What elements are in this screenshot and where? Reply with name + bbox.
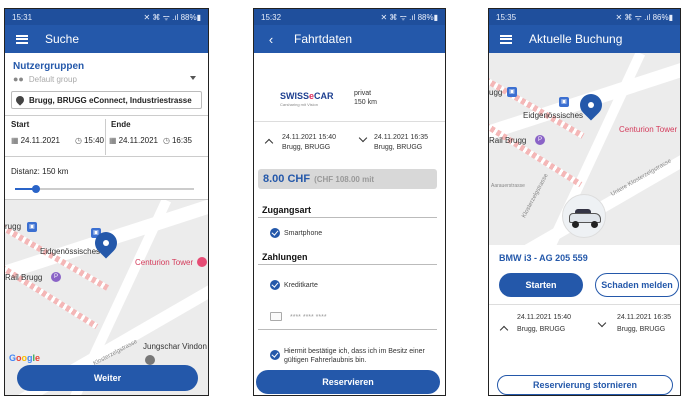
license-confirm-text: Hiermit bestätige ich, dass ich im Besit…: [284, 348, 425, 364]
map-street-label: Aarauerstrasse: [491, 183, 525, 189]
status-icons: ✕ ⌘ ᯤ .ıl 86%▮: [615, 12, 673, 22]
app-bar: ‹ Fahrtdaten: [254, 25, 445, 53]
user-group-select[interactable]: ●● Default group: [13, 74, 77, 84]
bus-stop-icon: ▣: [559, 97, 569, 107]
cancel-reservation-button[interactable]: Reservierung stornieren: [497, 375, 673, 395]
map-label: Rail Brugg: [5, 273, 43, 282]
calendar-icon: ▦: [109, 136, 117, 145]
map-label: Jungschar Vindon: [143, 342, 207, 351]
screen-trip-data: 15:32 ✕ ⌘ ᯤ .ıl 88%▮ ‹ Fahrtdaten SWISSe…: [253, 8, 446, 396]
status-icons: ✕ ⌘ ᯤ .ıl 88%▮: [143, 12, 201, 22]
map-station-label: ugg: [489, 88, 503, 97]
status-bar: 15:31 ✕ ⌘ ᯤ .ıl 88%▮: [5, 9, 208, 25]
menu-icon[interactable]: [499, 32, 513, 47]
price-box: 8.00 CHF (CHF 108.00 mit: [258, 169, 437, 189]
end-datetime: 24.11.2021 16:35: [617, 314, 671, 321]
tariff-distance: 150 km: [354, 99, 377, 106]
status-bar: 15:35 ✕ ⌘ ᯤ .ıl 86%▮: [489, 9, 680, 25]
start-date-field[interactable]: ▦ 24.11.2021: [11, 136, 60, 145]
access-option: Smartphone: [284, 230, 323, 237]
chevron-up-icon[interactable]: [264, 138, 274, 148]
map-label: Rail Brugg: [489, 136, 527, 145]
end-time-field[interactable]: ◷ 16:35: [163, 136, 192, 145]
credit-card-check-icon[interactable]: [270, 280, 280, 290]
poi-icon: [197, 257, 207, 267]
address-field[interactable]: Brugg, BRUGG eConnect, Industriestrasse: [11, 91, 202, 109]
app-bar: Aktuelle Buchung: [489, 25, 680, 53]
calendar-icon: ▦: [11, 136, 19, 145]
user-group-value: Default group: [28, 74, 77, 84]
end-place: Brugg, BRUGG: [617, 326, 666, 333]
end-label: Ende: [111, 120, 131, 129]
price-note: (CHF 108.00 mit: [314, 174, 375, 184]
clock-icon: ◷: [163, 136, 170, 145]
status-time: 15:35: [496, 12, 517, 22]
search-panel: Nutzergruppen ●● Default group Brugg, BR…: [5, 53, 208, 200]
clock-icon: ◷: [75, 136, 82, 145]
end-place: Brugg, BRUGG: [374, 144, 423, 151]
end-date-field[interactable]: ▦ 24.11.2021: [109, 136, 158, 145]
status-time: 15:31: [12, 12, 33, 22]
chevron-up-icon[interactable]: [499, 325, 509, 335]
map-station-label: rugg: [5, 222, 22, 231]
status-icons: ✕ ⌘ ᯤ .ıl 88%▮: [380, 12, 438, 22]
report-damage-button[interactable]: Schaden melden: [595, 273, 679, 297]
map-label: Centurion Tower: [619, 125, 678, 134]
page-title: Suche: [45, 32, 80, 46]
train-station-icon: ▣: [507, 87, 517, 97]
page-title: Aktuelle Buchung: [529, 32, 623, 46]
app-bar: Suche: [5, 25, 208, 53]
page-title: Fahrtdaten: [294, 32, 353, 46]
parking-icon: P: [535, 135, 545, 145]
payment-title: Zahlungen: [262, 252, 308, 262]
start-datetime: 24.11.2021 15:40: [282, 134, 336, 141]
map-label: Centurion Tower: [135, 258, 194, 267]
menu-icon[interactable]: [15, 32, 29, 47]
vehicle-image: [562, 194, 606, 238]
distance-slider[interactable]: [15, 185, 194, 193]
status-time: 15:32: [261, 12, 282, 22]
end-datetime: 24.11.2021 16:35: [374, 134, 428, 141]
back-arrow-icon[interactable]: ‹: [264, 32, 278, 47]
start-time-field[interactable]: ◷ 15:40: [75, 136, 104, 145]
parking-icon: P: [51, 272, 61, 282]
chevron-down-icon[interactable]: [190, 76, 196, 80]
license-confirm-check-icon[interactable]: [270, 350, 280, 360]
tariff-type: privat: [354, 90, 372, 97]
smartphone-check-icon[interactable]: [270, 228, 280, 238]
start-button[interactable]: Starten: [499, 273, 583, 297]
start-place: Brugg, BRUGG: [517, 326, 566, 333]
price-value: 8.00 CHF: [263, 173, 311, 185]
chevron-down-icon[interactable]: [597, 318, 607, 328]
status-bar: 15:32 ✕ ⌘ ᯤ .ıl 88%▮: [254, 9, 445, 25]
screen-current-booking: 15:35 ✕ ⌘ ᯤ .ıl 86%▮ Aktuelle Buchung ug…: [488, 8, 681, 396]
payment-option: Kreditkarte: [284, 282, 318, 289]
distance-label: Distanz: 150 km: [11, 167, 69, 176]
reserve-button[interactable]: Reservieren: [256, 370, 440, 394]
vehicle-name: BMW i3 - AG 205 559: [499, 253, 588, 263]
map-label: Eidgenössisches: [40, 247, 101, 256]
people-icon: ●●: [13, 74, 24, 84]
map-street-label: Klosterzelgstrasse: [521, 172, 550, 220]
address-value: Brugg, BRUGG eConnect, Industriestrasse: [29, 95, 192, 105]
map-label: Eidgenössisches: [523, 111, 584, 120]
location-pin-icon: [14, 94, 26, 106]
chevron-down-icon[interactable]: [358, 133, 368, 143]
access-title: Zugangsart: [262, 205, 312, 215]
screen-search: 15:31 ✕ ⌘ ᯤ .ıl 88%▮ Suche rugg ▣ ▣ Eidg…: [4, 8, 209, 396]
poi-icon: [145, 355, 155, 365]
card-number: **** **** ****: [290, 314, 327, 321]
next-button[interactable]: Weiter: [17, 365, 198, 391]
train-station-icon: ▣: [27, 222, 37, 232]
credit-card-icon: [270, 312, 282, 321]
start-label: Start: [11, 120, 30, 129]
slider-handle[interactable]: [32, 185, 41, 193]
google-logo: Google: [9, 353, 41, 363]
start-place: Brugg, BRUGG: [282, 144, 331, 151]
provider-logo: SWISSeCAR Carsharing mit Vision: [280, 91, 334, 107]
user-group-title: Nutzergruppen: [13, 61, 85, 72]
start-datetime: 24.11.2021 15:40: [517, 314, 571, 321]
